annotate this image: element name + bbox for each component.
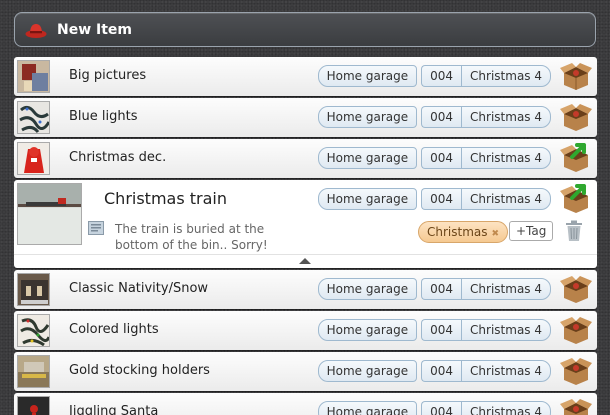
- item-thumbnail: [17, 142, 50, 175]
- location-pill[interactable]: Home garage: [317, 188, 418, 210]
- location-path: Home garage 004 Christmas 4: [317, 188, 551, 210]
- list-item[interactable]: Jiggling Santa Home garage 004 Christmas…: [14, 393, 597, 415]
- list-item[interactable]: Christmas dec. Home garage 004 Christmas…: [14, 139, 597, 178]
- open-box-icon[interactable]: [560, 315, 592, 345]
- red-hat-icon: [25, 21, 47, 39]
- box-pill[interactable]: Christmas 4: [461, 360, 551, 382]
- location-pill[interactable]: Home garage: [317, 278, 418, 300]
- item-name: Big pictures: [69, 68, 147, 83]
- tag-remove-icon[interactable]: ✖: [492, 229, 500, 239]
- list-item[interactable]: Colored lights Home garage 004 Christmas…: [14, 311, 597, 350]
- list-item[interactable]: Blue lights Home garage 004 Christmas 4: [14, 98, 597, 137]
- new-item-button[interactable]: New Item: [14, 12, 596, 47]
- location-pill[interactable]: Home garage: [317, 401, 418, 415]
- item-name: Jiggling Santa: [69, 404, 159, 415]
- list-item[interactable]: Classic Nativity/Snow Home garage 004 Ch…: [14, 270, 597, 309]
- item-name: Gold stocking holders: [69, 363, 210, 378]
- notes-icon: [88, 220, 104, 235]
- tag-chip[interactable]: Christmas ✖: [418, 221, 509, 243]
- new-item-label: New Item: [57, 21, 133, 38]
- open-box-green-arrow-icon[interactable]: [560, 184, 592, 214]
- location-path: Home garage 004 Christmas 4: [317, 319, 551, 341]
- bin-pill[interactable]: 004: [421, 65, 462, 87]
- open-box-icon[interactable]: [560, 274, 592, 304]
- bin-pill[interactable]: 004: [421, 278, 462, 300]
- item-photo: [17, 183, 82, 245]
- item-list: Big pictures Home garage 004 Christmas 4…: [14, 57, 597, 415]
- open-box-icon[interactable]: [560, 102, 592, 132]
- list-item-expanded[interactable]: Christmas train Home garage 004 Christma…: [14, 180, 597, 268]
- bin-pill[interactable]: 004: [421, 401, 462, 415]
- bin-pill[interactable]: 004: [421, 106, 462, 128]
- location-pill[interactable]: Home garage: [317, 360, 418, 382]
- location-pill[interactable]: Home garage: [317, 65, 418, 87]
- bin-pill[interactable]: 004: [421, 147, 462, 169]
- box-pill[interactable]: Christmas 4: [461, 188, 551, 210]
- box-pill[interactable]: Christmas 4: [461, 319, 551, 341]
- item-thumbnail: [17, 60, 50, 93]
- item-name: Christmas train: [104, 189, 227, 208]
- open-box-icon[interactable]: [560, 61, 592, 91]
- location-pill[interactable]: Home garage: [317, 106, 418, 128]
- box-pill[interactable]: Christmas 4: [461, 65, 551, 87]
- trash-icon[interactable]: [565, 220, 583, 242]
- location-pill[interactable]: Home garage: [317, 147, 418, 169]
- item-thumbnail: [17, 314, 50, 347]
- location-path: Home garage 004 Christmas 4: [317, 65, 551, 87]
- box-pill[interactable]: Christmas 4: [461, 401, 551, 415]
- item-thumbnail: [17, 396, 50, 415]
- item-notes[interactable]: The train is buried at the bottom of the…: [115, 221, 285, 253]
- list-item[interactable]: Big pictures Home garage 004 Christmas 4: [14, 57, 597, 96]
- location-path: Home garage 004 Christmas 4: [317, 401, 551, 415]
- open-box-icon[interactable]: [560, 397, 592, 415]
- open-box-icon[interactable]: [560, 356, 592, 386]
- location-path: Home garage 004 Christmas 4: [317, 360, 551, 382]
- bin-pill[interactable]: 004: [421, 188, 462, 210]
- collapse-bar[interactable]: [14, 254, 597, 268]
- item-thumbnail: [17, 273, 50, 306]
- collapse-arrow-icon[interactable]: [299, 258, 311, 264]
- location-path: Home garage 004 Christmas 4: [317, 278, 551, 300]
- bin-pill[interactable]: 004: [421, 319, 462, 341]
- item-name: Classic Nativity/Snow: [69, 281, 209, 296]
- box-pill[interactable]: Christmas 4: [461, 147, 551, 169]
- bin-pill[interactable]: 004: [421, 360, 462, 382]
- item-thumbnail: [17, 101, 50, 134]
- location-path: Home garage 004 Christmas 4: [317, 147, 551, 169]
- item-name: Colored lights: [69, 322, 159, 337]
- item-thumbnail: [17, 355, 50, 388]
- location-pill[interactable]: Home garage: [317, 319, 418, 341]
- box-pill[interactable]: Christmas 4: [461, 278, 551, 300]
- location-path: Home garage 004 Christmas 4: [317, 106, 551, 128]
- open-box-green-arrow-icon[interactable]: [560, 143, 592, 173]
- list-item[interactable]: Gold stocking holders Home garage 004 Ch…: [14, 352, 597, 391]
- add-tag-button[interactable]: +Tag: [509, 221, 554, 241]
- box-pill[interactable]: Christmas 4: [461, 106, 551, 128]
- tag-label: Christmas: [427, 225, 488, 239]
- item-name: Blue lights: [69, 109, 138, 124]
- item-name: Christmas dec.: [69, 150, 167, 165]
